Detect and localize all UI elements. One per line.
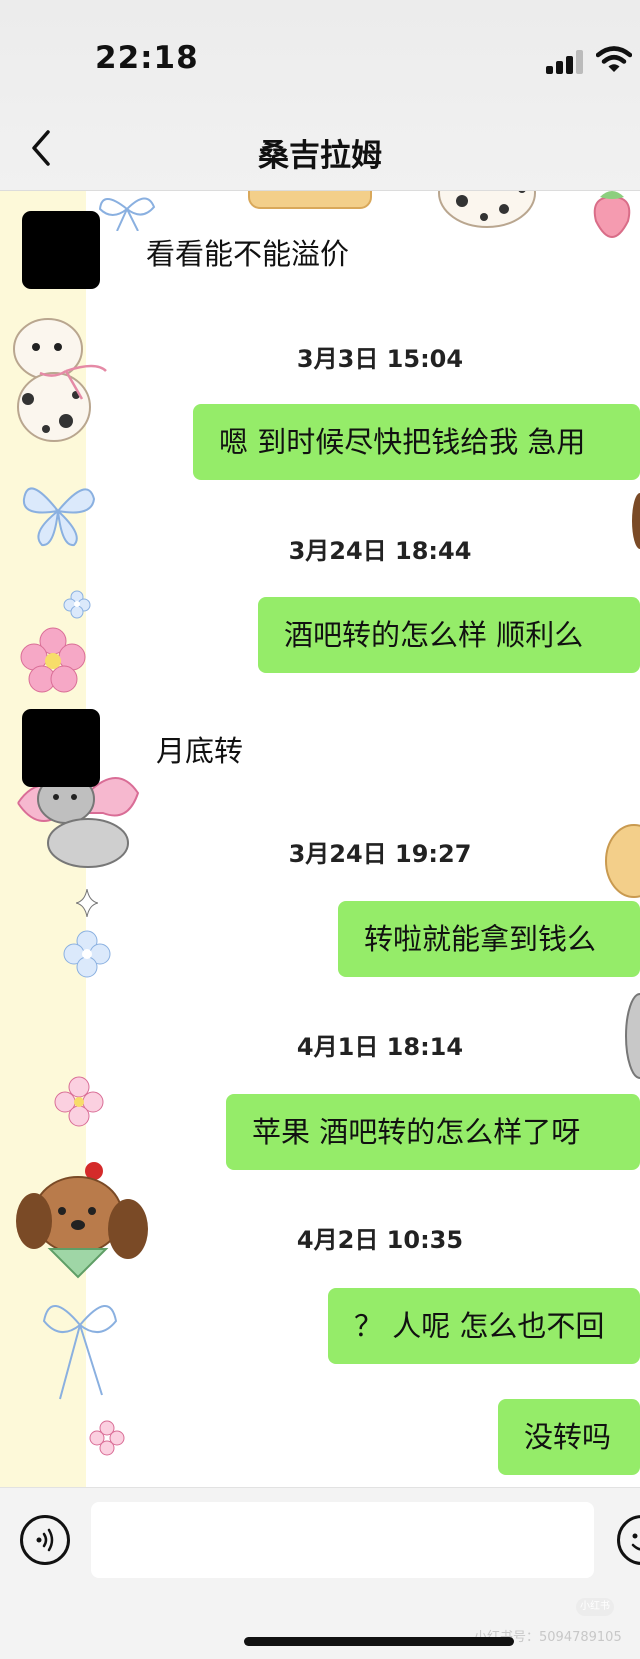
message-timestamp: 4月1日 18:14 xyxy=(296,1033,464,1061)
small-pink-flower-sticker-icon xyxy=(89,1420,125,1456)
bread-sticker xyxy=(248,191,372,209)
dalmatian-sticker-icon xyxy=(438,191,536,228)
small-flower-sticker-icon xyxy=(63,590,91,619)
outgoing-message-bubble[interactable]: 酒吧转的怎么样 顺利么 xyxy=(258,597,640,673)
incoming-message: 看看能不能溢价 xyxy=(146,237,350,271)
home-indicator[interactable] xyxy=(244,1637,514,1646)
signal-icon xyxy=(546,50,586,74)
message-timestamp: 3月24日 19:27 xyxy=(288,840,472,868)
strawberry-sticker-icon xyxy=(593,191,631,239)
voice-icon[interactable] xyxy=(20,1515,70,1565)
pink-flower-sticker-icon xyxy=(54,1076,104,1127)
message-timestamp: 4月2日 10:35 xyxy=(296,1226,464,1254)
input-bar: 小红书 小红书号：5094789105 xyxy=(0,1487,640,1659)
emoji-icon[interactable] xyxy=(617,1515,640,1565)
blue-flower-sticker-icon xyxy=(63,930,111,978)
contact-avatar[interactable] xyxy=(22,211,100,289)
brown-puppy-sticker-icon xyxy=(16,1162,148,1279)
message-timestamp: 3月24日 18:44 xyxy=(288,537,472,565)
incoming-message: 月底转 xyxy=(156,734,244,768)
dalmatian-dog-sticker-icon xyxy=(13,318,107,442)
watermark-logo: 小红书 xyxy=(576,1598,614,1616)
puppy-edge-sticker-icon xyxy=(605,824,640,898)
chat-area[interactable]: 看看能不能溢价 3月3日 15:04 嗯 到时候尽快把钱给我 急用 3月24日 … xyxy=(0,191,640,1487)
message-timestamp: 3月3日 15:04 xyxy=(296,345,464,373)
message-input[interactable] xyxy=(91,1502,594,1578)
edge-sticker-icon xyxy=(632,493,640,549)
wifi-icon xyxy=(596,46,632,72)
contact-avatar[interactable] xyxy=(22,709,100,787)
butterfly-sticker-icon xyxy=(22,487,96,547)
ribbon-bow-sticker-icon xyxy=(98,197,156,231)
chat-title: 桑吉拉姆 xyxy=(258,138,382,174)
outgoing-message-bubble[interactable]: 苹果 酒吧转的怎么样了呀 xyxy=(226,1094,640,1170)
status-time: 22:18 xyxy=(95,40,199,76)
edge-sticker-icon xyxy=(625,993,640,1079)
pink-flower-sticker-icon xyxy=(20,627,86,693)
sparkle-sticker-icon xyxy=(76,889,98,917)
ribbon-bow-sticker-icon xyxy=(42,1304,118,1400)
top-bar: 22:18 桑吉拉姆 xyxy=(0,0,640,191)
outgoing-message-bubble[interactable]: 没转吗 xyxy=(498,1399,640,1475)
outgoing-message-bubble[interactable]: 转啦就能拿到钱么 xyxy=(338,901,640,977)
outgoing-message-bubble[interactable]: 嗯 到时候尽快把钱给我 急用 xyxy=(193,404,640,480)
outgoing-message-bubble[interactable]: ？ 人呢 怎么也不回 xyxy=(328,1288,640,1364)
